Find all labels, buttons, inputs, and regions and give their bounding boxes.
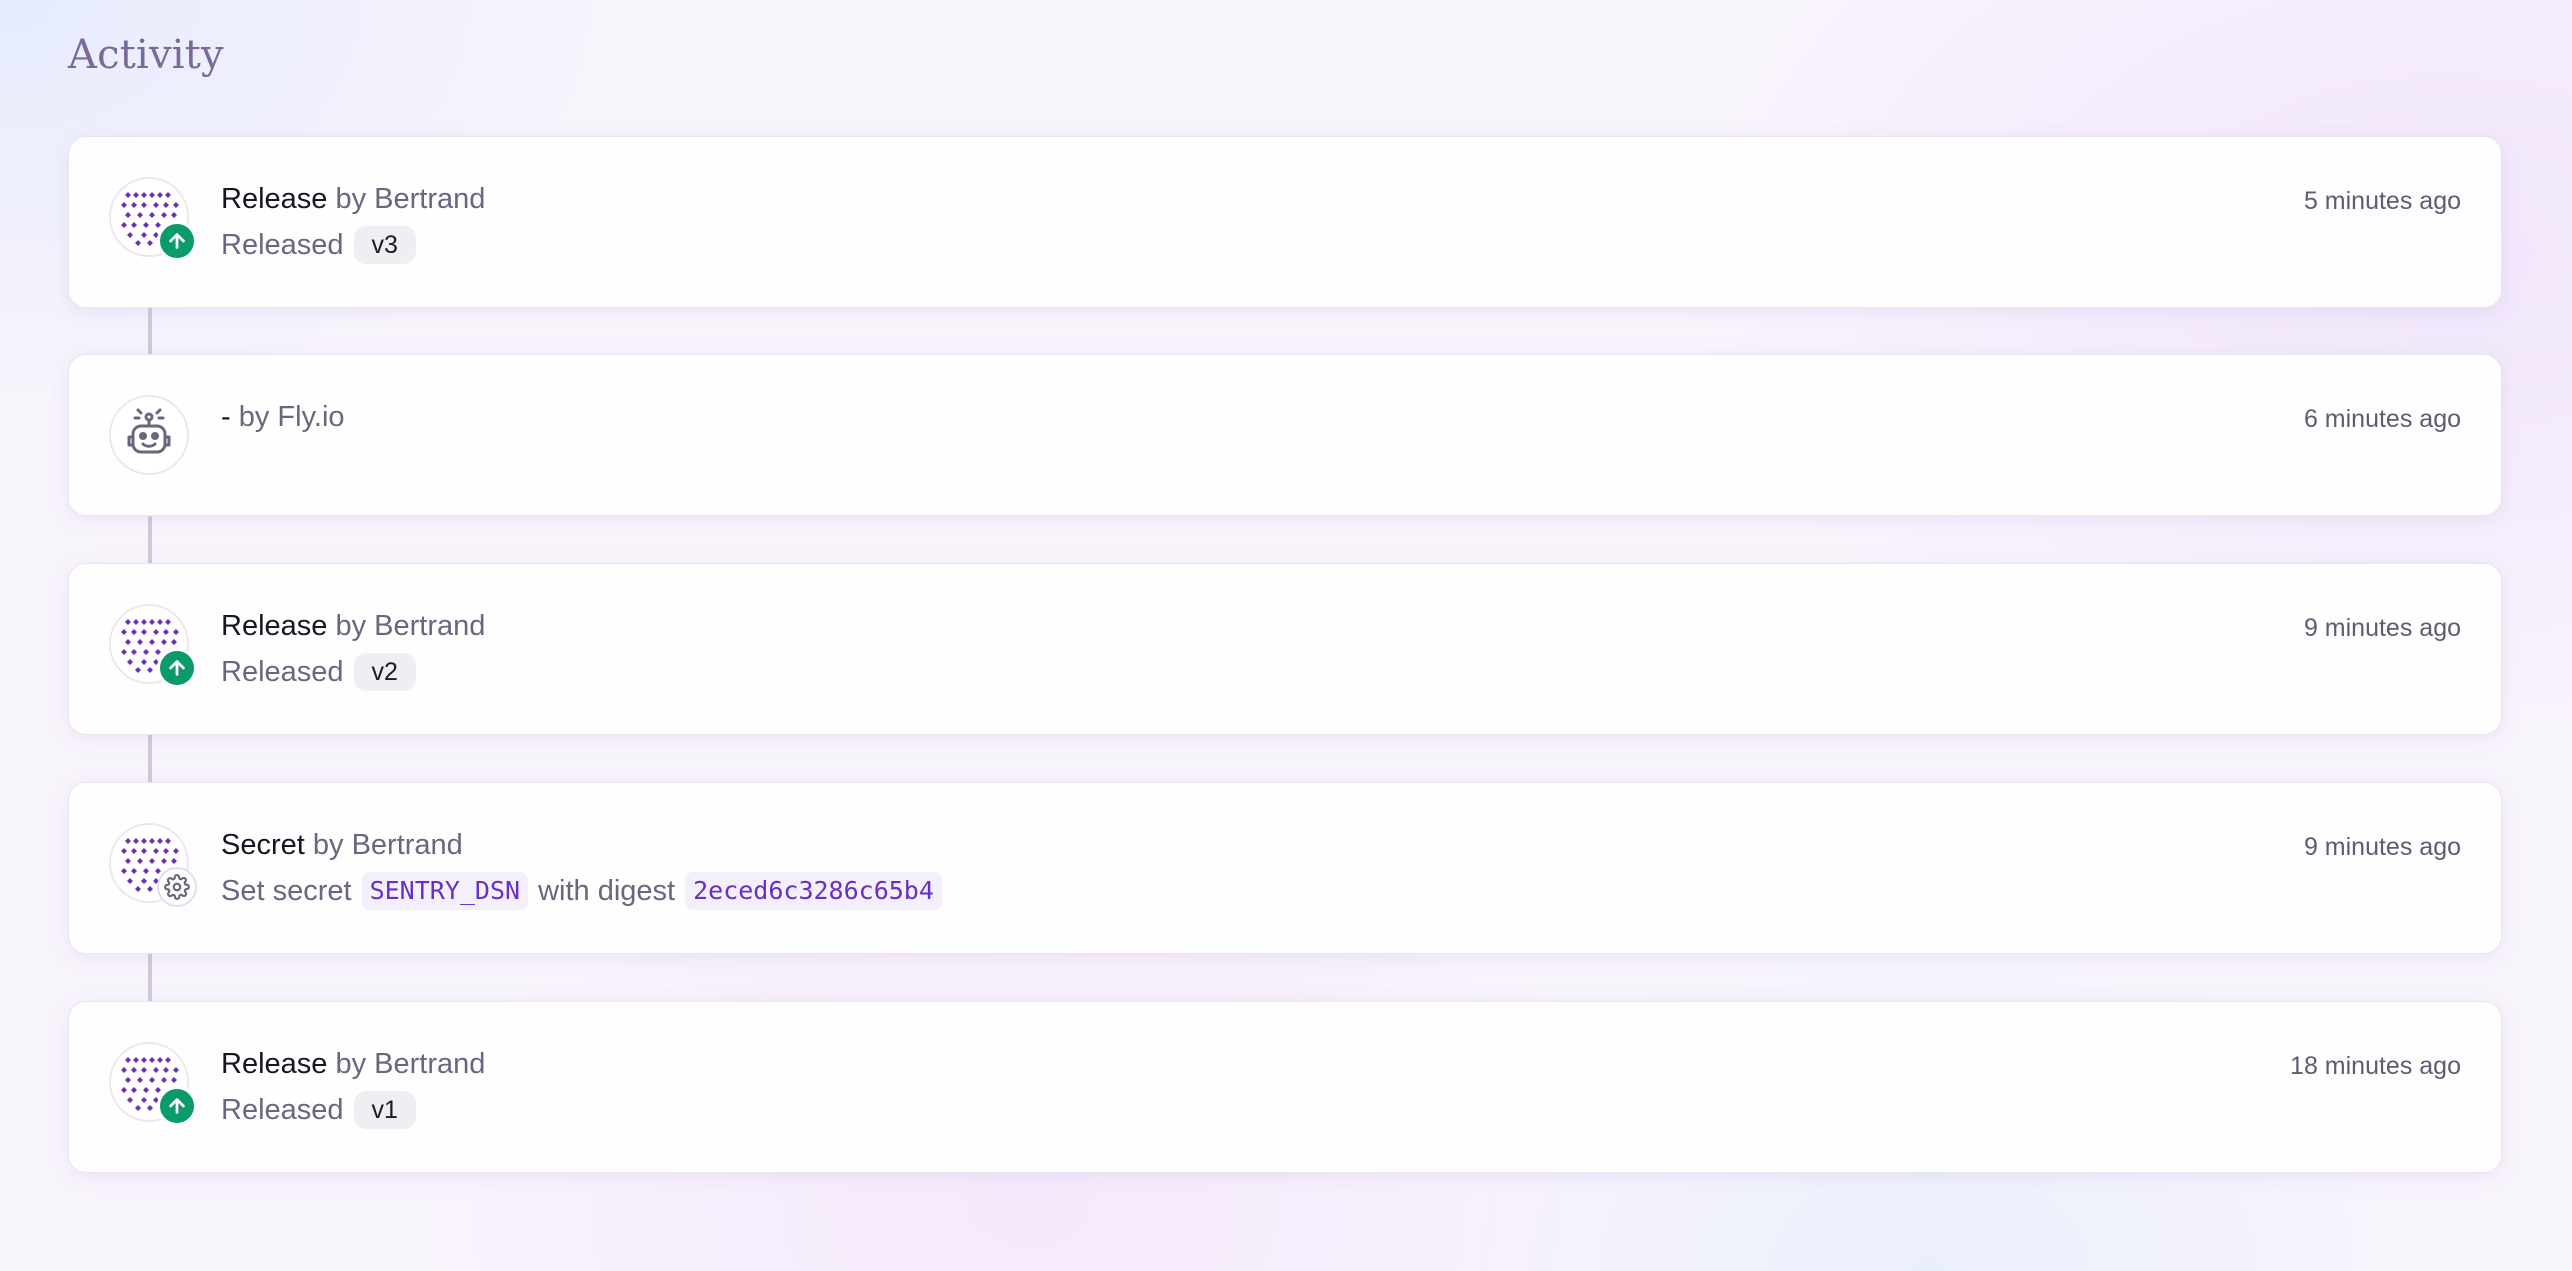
activity-headline: - by Fly.io: [221, 399, 345, 435]
activity-actor: by Bertrand: [335, 1048, 486, 1080]
activity-item[interactable]: Secret by Bertrand Set secret SENTRY_DSN…: [68, 782, 2502, 954]
activity-item[interactable]: Release by Bertrand Released v2 9 minute…: [68, 563, 2502, 735]
timeline-connector: [148, 516, 152, 566]
timeline-connector: [148, 734, 152, 784]
arrow-up-icon: [169, 660, 185, 676]
activity-time: 6 minutes ago: [2303, 405, 2461, 433]
activity-kind: Release: [221, 610, 328, 642]
activity-item[interactable]: Release by Bertrand Released v1 18 minut…: [68, 1001, 2502, 1173]
activity-item[interactable]: - by Fly.io 6 minutes ago: [68, 354, 2502, 516]
activity-time: 9 minutes ago: [2303, 833, 2461, 861]
activity-kind: Release: [221, 1048, 328, 1080]
activity-actor: by Bertrand: [335, 610, 486, 642]
timeline-connector: [148, 952, 152, 1002]
activity-detail: Released v3: [221, 225, 416, 265]
activity-kind: Release: [221, 183, 328, 215]
activity-actor: by Bertrand: [312, 829, 463, 861]
page-title: Activity: [68, 32, 224, 78]
activity-headline: Secret by Bertrand: [221, 827, 463, 863]
release-badge: [157, 648, 197, 688]
activity-detail: Set secret SENTRY_DSN with digest 2eced6…: [221, 871, 942, 911]
activity-time: 5 minutes ago: [2303, 187, 2461, 215]
timeline-connector: [148, 306, 152, 356]
activity-actor: by Fly.io: [238, 401, 345, 433]
activity-item[interactable]: Release by Bertrand Released v3 5 minute…: [68, 136, 2502, 308]
detail-text: with digest: [538, 875, 676, 907]
activity-kind: Secret: [221, 829, 305, 861]
activity-time: 18 minutes ago: [2290, 1052, 2461, 1080]
activity-detail: Released v2: [221, 652, 416, 692]
system-avatar: [109, 395, 189, 475]
activity-headline: Release by Bertrand: [221, 608, 485, 644]
release-badge: [157, 221, 197, 261]
secret-name: SENTRY_DSN: [361, 872, 529, 910]
version-badge[interactable]: v1: [353, 1091, 416, 1129]
gear-icon: [164, 874, 190, 900]
secret-digest: 2eced6c3286c65b4: [685, 872, 942, 910]
detail-text: Released: [221, 656, 344, 688]
activity-headline: Release by Bertrand: [221, 1046, 485, 1082]
detail-text: Set secret: [221, 875, 352, 907]
version-badge[interactable]: v3: [353, 226, 416, 264]
robot-icon: [127, 408, 171, 454]
release-badge: [157, 1086, 197, 1126]
activity-actor: by Bertrand: [335, 183, 486, 215]
arrow-up-icon: [169, 233, 185, 249]
activity-detail: Released v1: [221, 1090, 416, 1130]
secret-badge: [157, 867, 197, 907]
detail-text: Released: [221, 229, 344, 261]
activity-kind: -: [221, 401, 231, 433]
activity-headline: Release by Bertrand: [221, 181, 485, 217]
detail-text: Released: [221, 1094, 344, 1126]
arrow-up-icon: [169, 1098, 185, 1114]
activity-time: 9 minutes ago: [2303, 614, 2461, 642]
version-badge[interactable]: v2: [353, 653, 416, 691]
